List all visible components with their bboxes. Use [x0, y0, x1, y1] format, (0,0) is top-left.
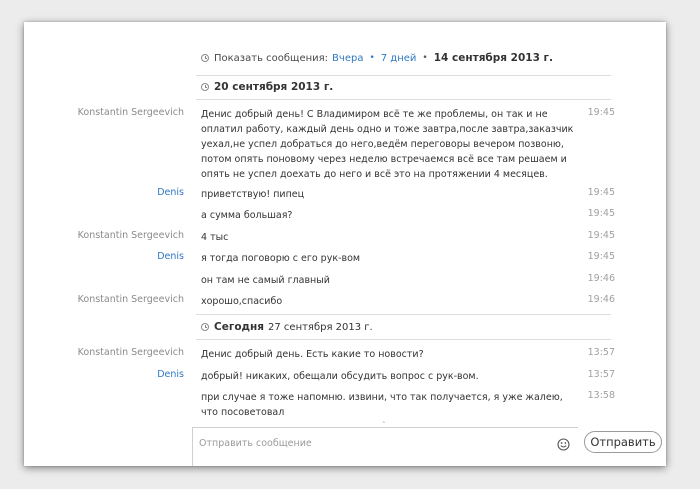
history-7-days-link[interactable]: 7 дней — [381, 53, 417, 64]
date-header-rest: 27 сентября 2013 г. — [268, 321, 373, 333]
divider — [196, 75, 611, 76]
message-time: 19:45 — [587, 230, 615, 241]
message-sender[interactable]: Konstantin Sergeevich — [24, 107, 184, 118]
divider — [196, 314, 611, 315]
message-sender[interactable]: Konstantin Sergeevich — [24, 347, 184, 358]
emoticon-icon[interactable] — [557, 438, 570, 451]
divider — [196, 99, 611, 100]
date-header: 20 сентября 2013 г. — [201, 80, 337, 94]
message-time: 13:57 — [587, 369, 615, 380]
separator-dot: • — [422, 53, 428, 63]
message-text: 4 тыс — [201, 232, 229, 243]
message-time: 19:45 — [587, 107, 615, 118]
divider — [196, 339, 611, 340]
message-sender[interactable]: Denis — [24, 251, 184, 262]
message-input[interactable] — [199, 435, 539, 451]
message-text: хорошо,спасибо — [201, 296, 283, 307]
date-header: Сегодня 27 сентября 2013 г. — [201, 320, 373, 334]
message-sender[interactable]: Konstantin Sergeevich — [24, 230, 184, 241]
message-time: 19:45 — [587, 187, 615, 198]
message-text: он там не самый главный — [201, 275, 330, 286]
date-header-bold: Сегодня — [214, 321, 265, 333]
composer — [192, 427, 578, 466]
message-time: 13:58 — [587, 390, 615, 401]
date-header-bold: 20 сентября 2013 г. — [214, 81, 334, 93]
separator-dot: • — [369, 53, 375, 63]
message-text: Денис добрый день. Есть какие то новости… — [201, 349, 424, 360]
history-label: Показать сообщения: — [214, 52, 329, 64]
message-sender[interactable]: Konstantin Sergeevich — [24, 294, 184, 305]
message-text: а сумма большая? — [201, 210, 293, 221]
message-text: при случае я тоже напомню. извини, что т… — [201, 392, 563, 418]
history-date-link[interactable]: 14 сентября 2013 г. — [434, 52, 553, 64]
message-time: 13:57 — [587, 347, 615, 358]
message-text: я тогда поговорю с его рук-вом — [201, 253, 361, 264]
send-button[interactable]: Отправить — [584, 431, 662, 453]
message-text: приветствую! пипец — [201, 189, 305, 200]
message-sender[interactable]: Denis — [24, 369, 184, 380]
clock-icon — [201, 54, 209, 62]
clock-icon — [201, 83, 209, 91]
message-sender[interactable]: Denis — [24, 187, 184, 198]
message-text: Денис добрый день! С Владимиром всё те ж… — [201, 109, 574, 180]
history-bar: Показать сообщения: Вчера • 7 дней • 14 … — [201, 51, 553, 65]
history-yesterday-link[interactable]: Вчера — [332, 53, 363, 64]
message-time: 19:46 — [587, 294, 615, 305]
clock-icon — [201, 323, 209, 331]
message-time: 19:46 — [587, 273, 615, 284]
chat-window: Показать сообщения: Вчера • 7 дней • 14 … — [24, 22, 666, 466]
message-time: 19:45 — [587, 251, 615, 262]
message-text: добрый! никаких, обещали обсудить вопрос… — [201, 371, 479, 382]
message-time: 19:45 — [587, 208, 615, 219]
